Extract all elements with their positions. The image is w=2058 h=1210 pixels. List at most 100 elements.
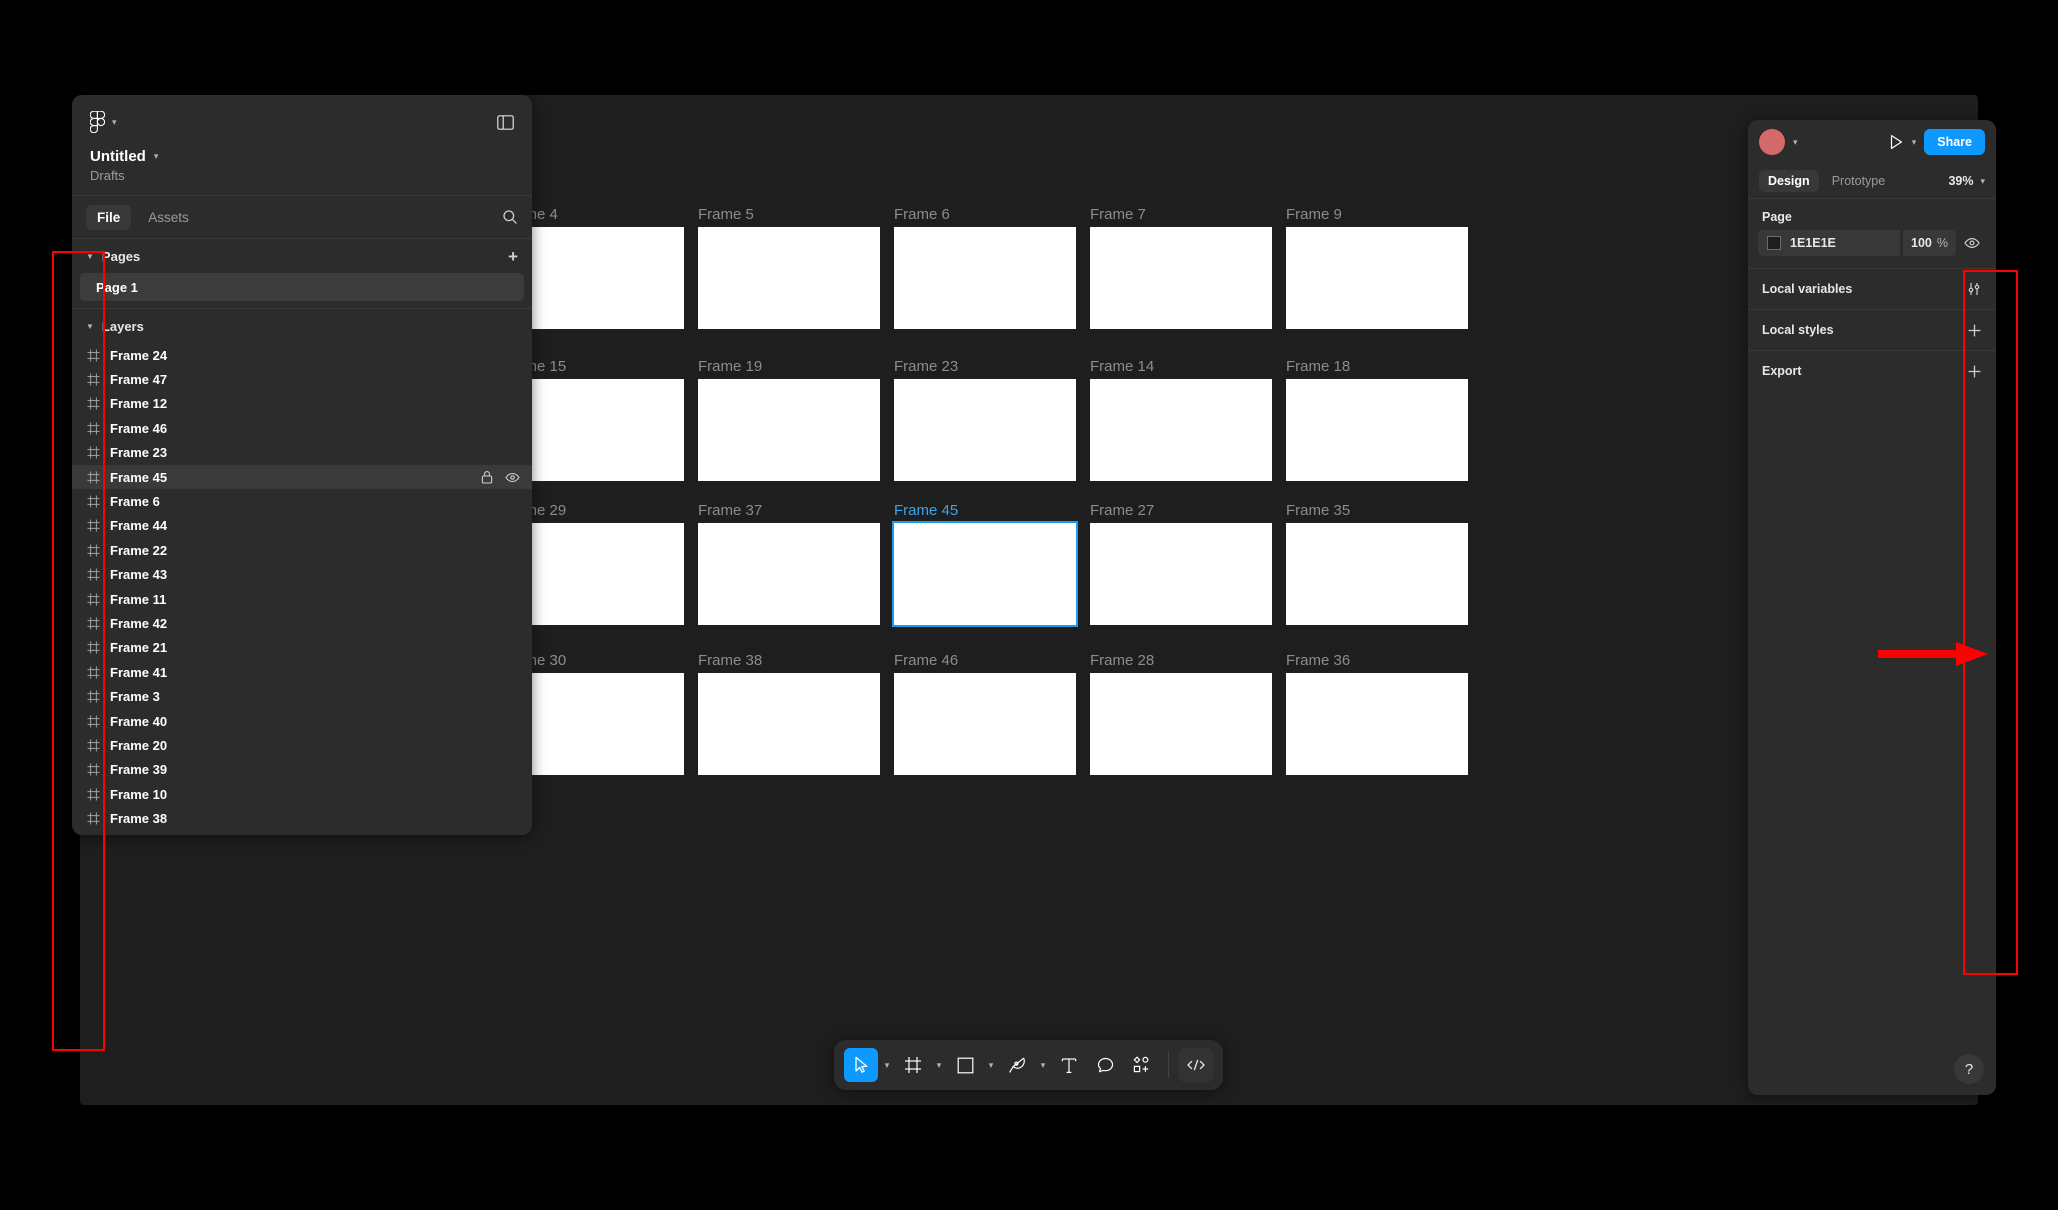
canvas-frame-body[interactable] <box>698 227 880 329</box>
layer-row[interactable]: Frame 41 <box>72 660 532 684</box>
actions-tool[interactable] <box>1124 1048 1158 1082</box>
layer-row[interactable]: Frame 43 <box>72 563 532 587</box>
canvas-frame-label[interactable]: Frame 35 <box>1286 503 1350 518</box>
canvas-frame[interactable]: Frame 18 <box>1286 359 1468 481</box>
panel-layout-icon[interactable] <box>497 114 514 130</box>
layer-row[interactable]: Frame 24 <box>72 343 532 367</box>
panel-row-local-variables[interactable]: Local variables <box>1748 268 1996 309</box>
comment-tool[interactable] <box>1088 1048 1122 1082</box>
canvas-frame[interactable]: Frame 38 <box>698 653 880 775</box>
shape-tool-chevron-down-icon[interactable]: ▾ <box>984 1060 998 1070</box>
canvas-frame-body[interactable] <box>894 673 1076 775</box>
panel-row-local-styles[interactable]: Local styles <box>1748 309 1996 350</box>
canvas-frame[interactable]: Frame 14 <box>1090 359 1272 481</box>
tab-prototype[interactable]: Prototype <box>1823 170 1895 192</box>
frame-tool-chevron-down-icon[interactable]: ▾ <box>932 1060 946 1070</box>
tab-file[interactable]: File <box>86 204 132 230</box>
canvas-frame-body[interactable] <box>1286 673 1468 775</box>
chevron-down-icon[interactable]: ▾ <box>1793 137 1798 147</box>
search-icon[interactable] <box>502 209 518 225</box>
canvas-frame-body[interactable] <box>1090 673 1272 775</box>
canvas-frame-body[interactable] <box>698 523 880 625</box>
help-button[interactable]: ? <box>1954 1054 1984 1084</box>
canvas-frame[interactable]: Frame 37 <box>698 503 880 625</box>
panel-row-export[interactable]: Export <box>1748 350 1996 391</box>
file-name[interactable]: Untitled <box>90 148 146 165</box>
tab-assets[interactable]: Assets <box>137 205 200 230</box>
eye-icon[interactable] <box>1958 237 1986 249</box>
layers-section-header[interactable]: ▼ Layers <box>72 309 532 343</box>
canvas-frame[interactable]: Frame 45 <box>892 503 1078 627</box>
shape-tool[interactable] <box>948 1048 982 1082</box>
layer-row[interactable]: Frame 46 <box>72 416 532 440</box>
tab-design[interactable]: Design <box>1759 170 1819 192</box>
canvas-frame[interactable]: Frame 23 <box>894 359 1076 481</box>
avatar[interactable] <box>1759 129 1785 155</box>
chevron-down-icon[interactable]: ▾ <box>1912 137 1917 147</box>
canvas-frame[interactable]: Frame 36 <box>1286 653 1468 775</box>
layer-row[interactable]: Frame 23 <box>72 441 532 465</box>
canvas-frame-label[interactable]: Frame 7 <box>1090 207 1146 222</box>
layers-list[interactable]: Frame 24 Frame 47 Frame 12 Frame 46 Frame 23… <box>72 343 532 835</box>
layer-row[interactable]: Frame 45 <box>72 464 532 490</box>
layer-row[interactable]: Frame 3 <box>72 684 532 708</box>
layer-row[interactable]: Frame 38 <box>72 806 532 830</box>
plus-icon[interactable] <box>1967 364 1982 379</box>
canvas-frame-body[interactable] <box>1286 523 1468 625</box>
layer-row[interactable]: Frame 19 <box>72 831 532 835</box>
canvas-frame-body[interactable] <box>894 379 1076 481</box>
layer-row[interactable]: Frame 21 <box>72 636 532 660</box>
move-tool[interactable] <box>844 1048 878 1082</box>
canvas-frame-body[interactable] <box>894 227 1076 329</box>
canvas-frame-label[interactable]: Frame 5 <box>698 207 754 222</box>
canvas-frame-label[interactable]: Frame 36 <box>1286 653 1350 668</box>
canvas-frame[interactable]: Frame 35 <box>1286 503 1468 625</box>
canvas-frame[interactable]: Frame 9 <box>1286 207 1468 329</box>
canvas-frame-body[interactable] <box>1090 379 1272 481</box>
figma-menu-button[interactable]: ▾ <box>90 111 117 133</box>
fill-color-field[interactable]: 1E1E1E <box>1758 230 1901 256</box>
frame-tool[interactable] <box>896 1048 930 1082</box>
canvas-frame-label[interactable]: Frame 6 <box>894 207 950 222</box>
layer-row[interactable]: Frame 22 <box>72 538 532 562</box>
canvas-frame-body[interactable] <box>892 521 1078 627</box>
page-item-page-1[interactable]: Page 1 <box>80 273 524 301</box>
canvas-frame-body[interactable] <box>698 379 880 481</box>
canvas-frame[interactable]: Frame 19 <box>698 359 880 481</box>
move-tool-chevron-down-icon[interactable]: ▾ <box>880 1060 894 1070</box>
canvas-frame[interactable]: Frame 46 <box>894 653 1076 775</box>
canvas-frame-label[interactable]: Frame 27 <box>1090 503 1154 518</box>
add-page-button[interactable]: + <box>508 248 518 265</box>
canvas-frame-body[interactable] <box>1286 379 1468 481</box>
canvas-frame-body[interactable] <box>1286 227 1468 329</box>
text-tool[interactable] <box>1052 1048 1086 1082</box>
canvas-frame[interactable]: Frame 28 <box>1090 653 1272 775</box>
layer-row[interactable]: Frame 20 <box>72 733 532 757</box>
dev-mode-tool[interactable] <box>1179 1048 1213 1082</box>
canvas-frame-label[interactable]: Frame 23 <box>894 359 958 374</box>
canvas-frame-body[interactable] <box>1090 523 1272 625</box>
canvas-frame-label[interactable]: Frame 14 <box>1090 359 1154 374</box>
canvas-frame-label[interactable]: Frame 37 <box>698 503 762 518</box>
canvas-frame[interactable]: Frame 7 <box>1090 207 1272 329</box>
layer-row[interactable]: Frame 39 <box>72 758 532 782</box>
pen-tool[interactable] <box>1000 1048 1034 1082</box>
sliders-icon[interactable] <box>1966 281 1982 297</box>
layer-row[interactable]: Frame 11 <box>72 587 532 611</box>
fill-opacity-field[interactable]: 100 % <box>1902 230 1956 256</box>
canvas-frame-label[interactable]: Frame 46 <box>894 653 958 668</box>
play-icon[interactable] <box>1889 134 1904 150</box>
plus-icon[interactable] <box>1967 323 1982 338</box>
layer-row[interactable]: Frame 42 <box>72 611 532 635</box>
canvas-frame-label[interactable]: Frame 19 <box>698 359 762 374</box>
canvas-frame-body[interactable] <box>698 673 880 775</box>
canvas-frame-label[interactable]: Frame 18 <box>1286 359 1350 374</box>
eye-icon[interactable] <box>505 472 520 483</box>
canvas-frame[interactable]: Frame 6 <box>894 207 1076 329</box>
canvas-frame-label[interactable]: Frame 38 <box>698 653 762 668</box>
pen-tool-chevron-down-icon[interactable]: ▾ <box>1036 1060 1050 1070</box>
canvas-frame[interactable]: Frame 27 <box>1090 503 1272 625</box>
canvas-frame-body[interactable] <box>1090 227 1272 329</box>
layer-row[interactable]: Frame 12 <box>72 392 532 416</box>
layer-row[interactable]: Frame 10 <box>72 782 532 806</box>
